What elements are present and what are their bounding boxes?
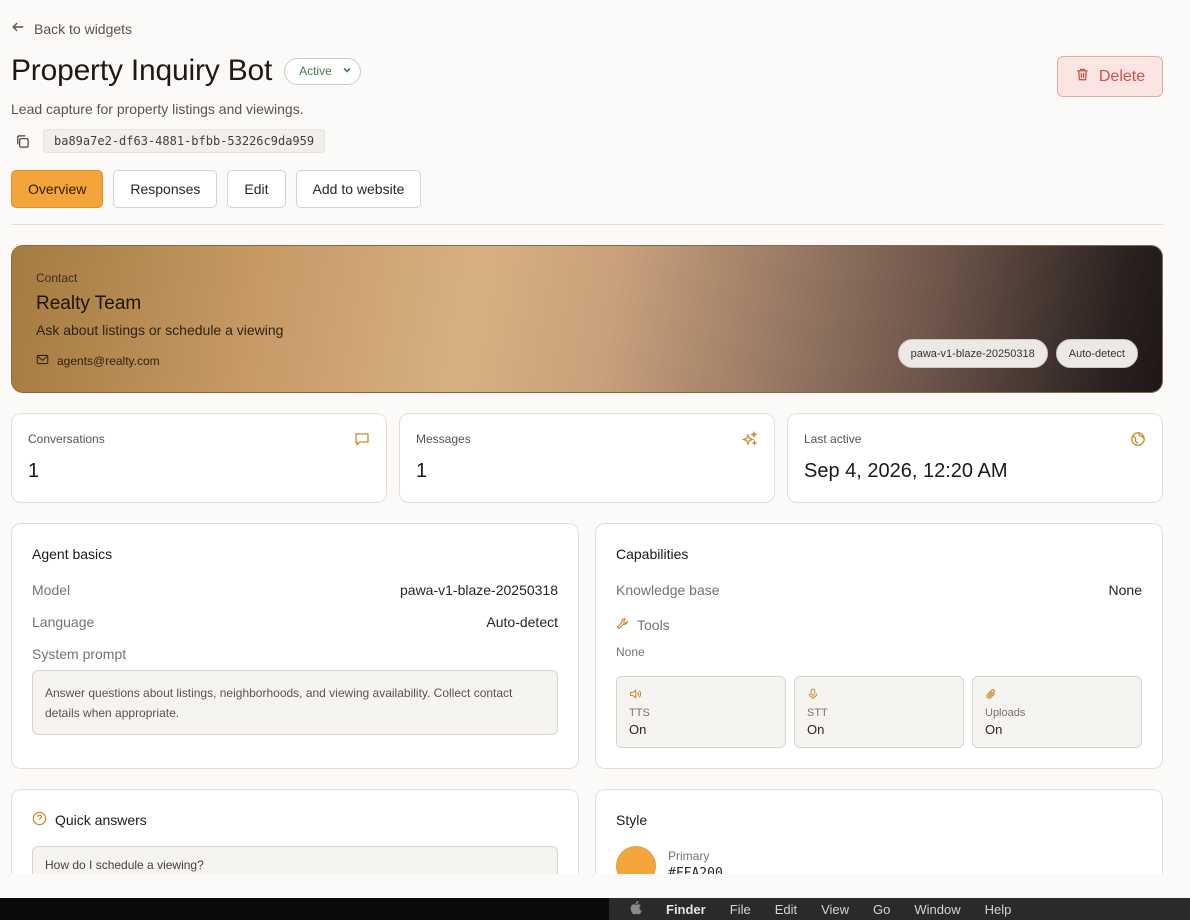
- stat-value: Sep 4, 2026, 12:20 AM: [804, 460, 1008, 482]
- help-circle-icon: [32, 811, 47, 829]
- trash-icon: [1075, 67, 1090, 87]
- card-title: Style: [616, 812, 648, 828]
- divider: [11, 224, 1163, 225]
- capability-value: On: [629, 722, 647, 737]
- status-select[interactable]: Active: [284, 57, 361, 85]
- quick-answers-card: Quick answers How do I schedule a viewin…: [11, 789, 579, 874]
- quick-answers-title: Quick answers: [32, 811, 147, 829]
- menu-file[interactable]: File: [730, 902, 751, 917]
- arrow-left-icon: [11, 20, 25, 37]
- language-label: Language: [32, 614, 95, 630]
- model-chip: pawa-v1-blaze-20250318: [897, 339, 1048, 368]
- tab-edit[interactable]: Edit: [227, 170, 286, 208]
- capabilities-card: Capabilities Knowledge base None Tools N…: [595, 523, 1163, 769]
- contact-name: Realty Team: [36, 293, 142, 314]
- tab-overview[interactable]: Overview: [11, 170, 104, 208]
- page-subtitle: Lead capture for property listings and v…: [11, 101, 304, 117]
- menu-finder[interactable]: Finder: [666, 902, 706, 917]
- model-label: Model: [32, 582, 71, 598]
- capability-label: STT: [807, 707, 828, 719]
- widget-id: ba89a7e2-df63-4881-bfbb-53226c9da959: [43, 129, 326, 153]
- stat-value: 1: [28, 460, 40, 482]
- menu-bar-items: Finder File Edit View Go Window Help: [609, 898, 1190, 920]
- menu-window[interactable]: Window: [914, 902, 960, 917]
- capability-label: Uploads: [985, 707, 1026, 719]
- page-title: Property Inquiry Bot: [11, 54, 273, 87]
- tools-row: Tools: [616, 617, 670, 633]
- widget-id-row: ba89a7e2-df63-4881-bfbb-53226c9da959: [11, 129, 326, 153]
- tab-add-to-website[interactable]: Add to website: [295, 170, 422, 208]
- menu-help[interactable]: Help: [985, 902, 1012, 917]
- menu-view[interactable]: View: [821, 902, 849, 917]
- primary-value: #FFA200: [668, 866, 723, 874]
- tools-value: None: [616, 645, 645, 659]
- tab-bar: Overview Responses Edit Add to website: [11, 170, 422, 208]
- language-value: Auto-detect: [486, 614, 558, 630]
- contact-tagline: Ask about listings or schedule a viewing: [36, 322, 284, 338]
- menu-go[interactable]: Go: [873, 902, 890, 917]
- apple-icon[interactable]: [629, 900, 642, 918]
- model-value: pawa-v1-blaze-20250318: [400, 582, 558, 598]
- chat-icon: [354, 431, 370, 447]
- stat-label: Messages: [416, 432, 471, 446]
- delete-button-label: Delete: [1098, 67, 1146, 85]
- tools-label: Tools: [637, 617, 670, 633]
- speaker-icon: [629, 687, 642, 699]
- window-bottom-gap: [0, 874, 1190, 898]
- stat-value: 1: [416, 460, 428, 482]
- macos-menu-bar: Finder File Edit View Go Window Help: [0, 898, 1190, 920]
- style-card: Style Primary #FFA200: [595, 789, 1163, 874]
- page: Back to widgets Property Inquiry Bot Act…: [0, 0, 1190, 874]
- agent-basics-card: Agent basics Model pawa-v1-blaze-2025031…: [11, 523, 579, 769]
- language-chip: Auto-detect: [1055, 339, 1138, 368]
- back-link[interactable]: Back to widgets: [11, 20, 132, 37]
- capability-value: On: [985, 722, 1003, 737]
- capability-label: TTS: [629, 707, 650, 719]
- capability-uploads: Uploads On: [972, 676, 1142, 748]
- quick-answers-label: Quick answers: [55, 812, 147, 828]
- knowledge-base-label: Knowledge base: [616, 582, 720, 598]
- menu-edit[interactable]: Edit: [775, 902, 797, 917]
- globe-icon: [1130, 431, 1146, 447]
- knowledge-base-value: None: [1108, 582, 1142, 598]
- stat-conversations: Conversations 1: [11, 413, 387, 503]
- system-prompt-text: Answer questions about listings, neighbo…: [32, 670, 558, 735]
- quick-answer-item[interactable]: How do I schedule a viewing?: [32, 846, 558, 874]
- wrench-icon: [616, 617, 629, 633]
- capability-stt: STT On: [794, 676, 964, 748]
- contact-label: Contact: [36, 271, 78, 285]
- contact-email-text: agents@realty.com: [57, 354, 160, 368]
- back-link-label: Back to widgets: [34, 20, 133, 37]
- chevron-down-icon: [342, 64, 352, 78]
- hero-chips: pawa-v1-blaze-20250318 Auto-detect: [897, 339, 1138, 368]
- capability-tts: TTS On: [616, 676, 786, 748]
- card-title: Capabilities: [616, 546, 689, 562]
- mail-icon: [36, 353, 49, 369]
- capability-value: On: [807, 722, 825, 737]
- stat-label: Last active: [804, 432, 862, 446]
- tab-responses[interactable]: Responses: [113, 170, 218, 208]
- contact-hero-card: Contact Realty Team Ask about listings o…: [11, 245, 1163, 393]
- contact-email: agents@realty.com: [36, 353, 160, 369]
- system-prompt-label: System prompt: [32, 646, 127, 662]
- stat-messages: Messages 1: [399, 413, 775, 503]
- stat-last-active: Last active Sep 4, 2026, 12:20 AM: [787, 413, 1163, 503]
- card-title: Agent basics: [32, 546, 113, 562]
- status-select-value: Active: [299, 64, 332, 78]
- microphone-icon: [807, 687, 819, 700]
- paperclip-icon: [985, 687, 997, 699]
- title-row: Property Inquiry Bot Active: [11, 54, 361, 88]
- primary-label: Primary: [668, 849, 710, 863]
- primary-color-swatch[interactable]: [616, 846, 656, 874]
- delete-button[interactable]: Delete: [1057, 56, 1163, 97]
- copy-icon[interactable]: [11, 130, 33, 152]
- sparkles-icon: [741, 430, 758, 447]
- stat-label: Conversations: [28, 432, 105, 446]
